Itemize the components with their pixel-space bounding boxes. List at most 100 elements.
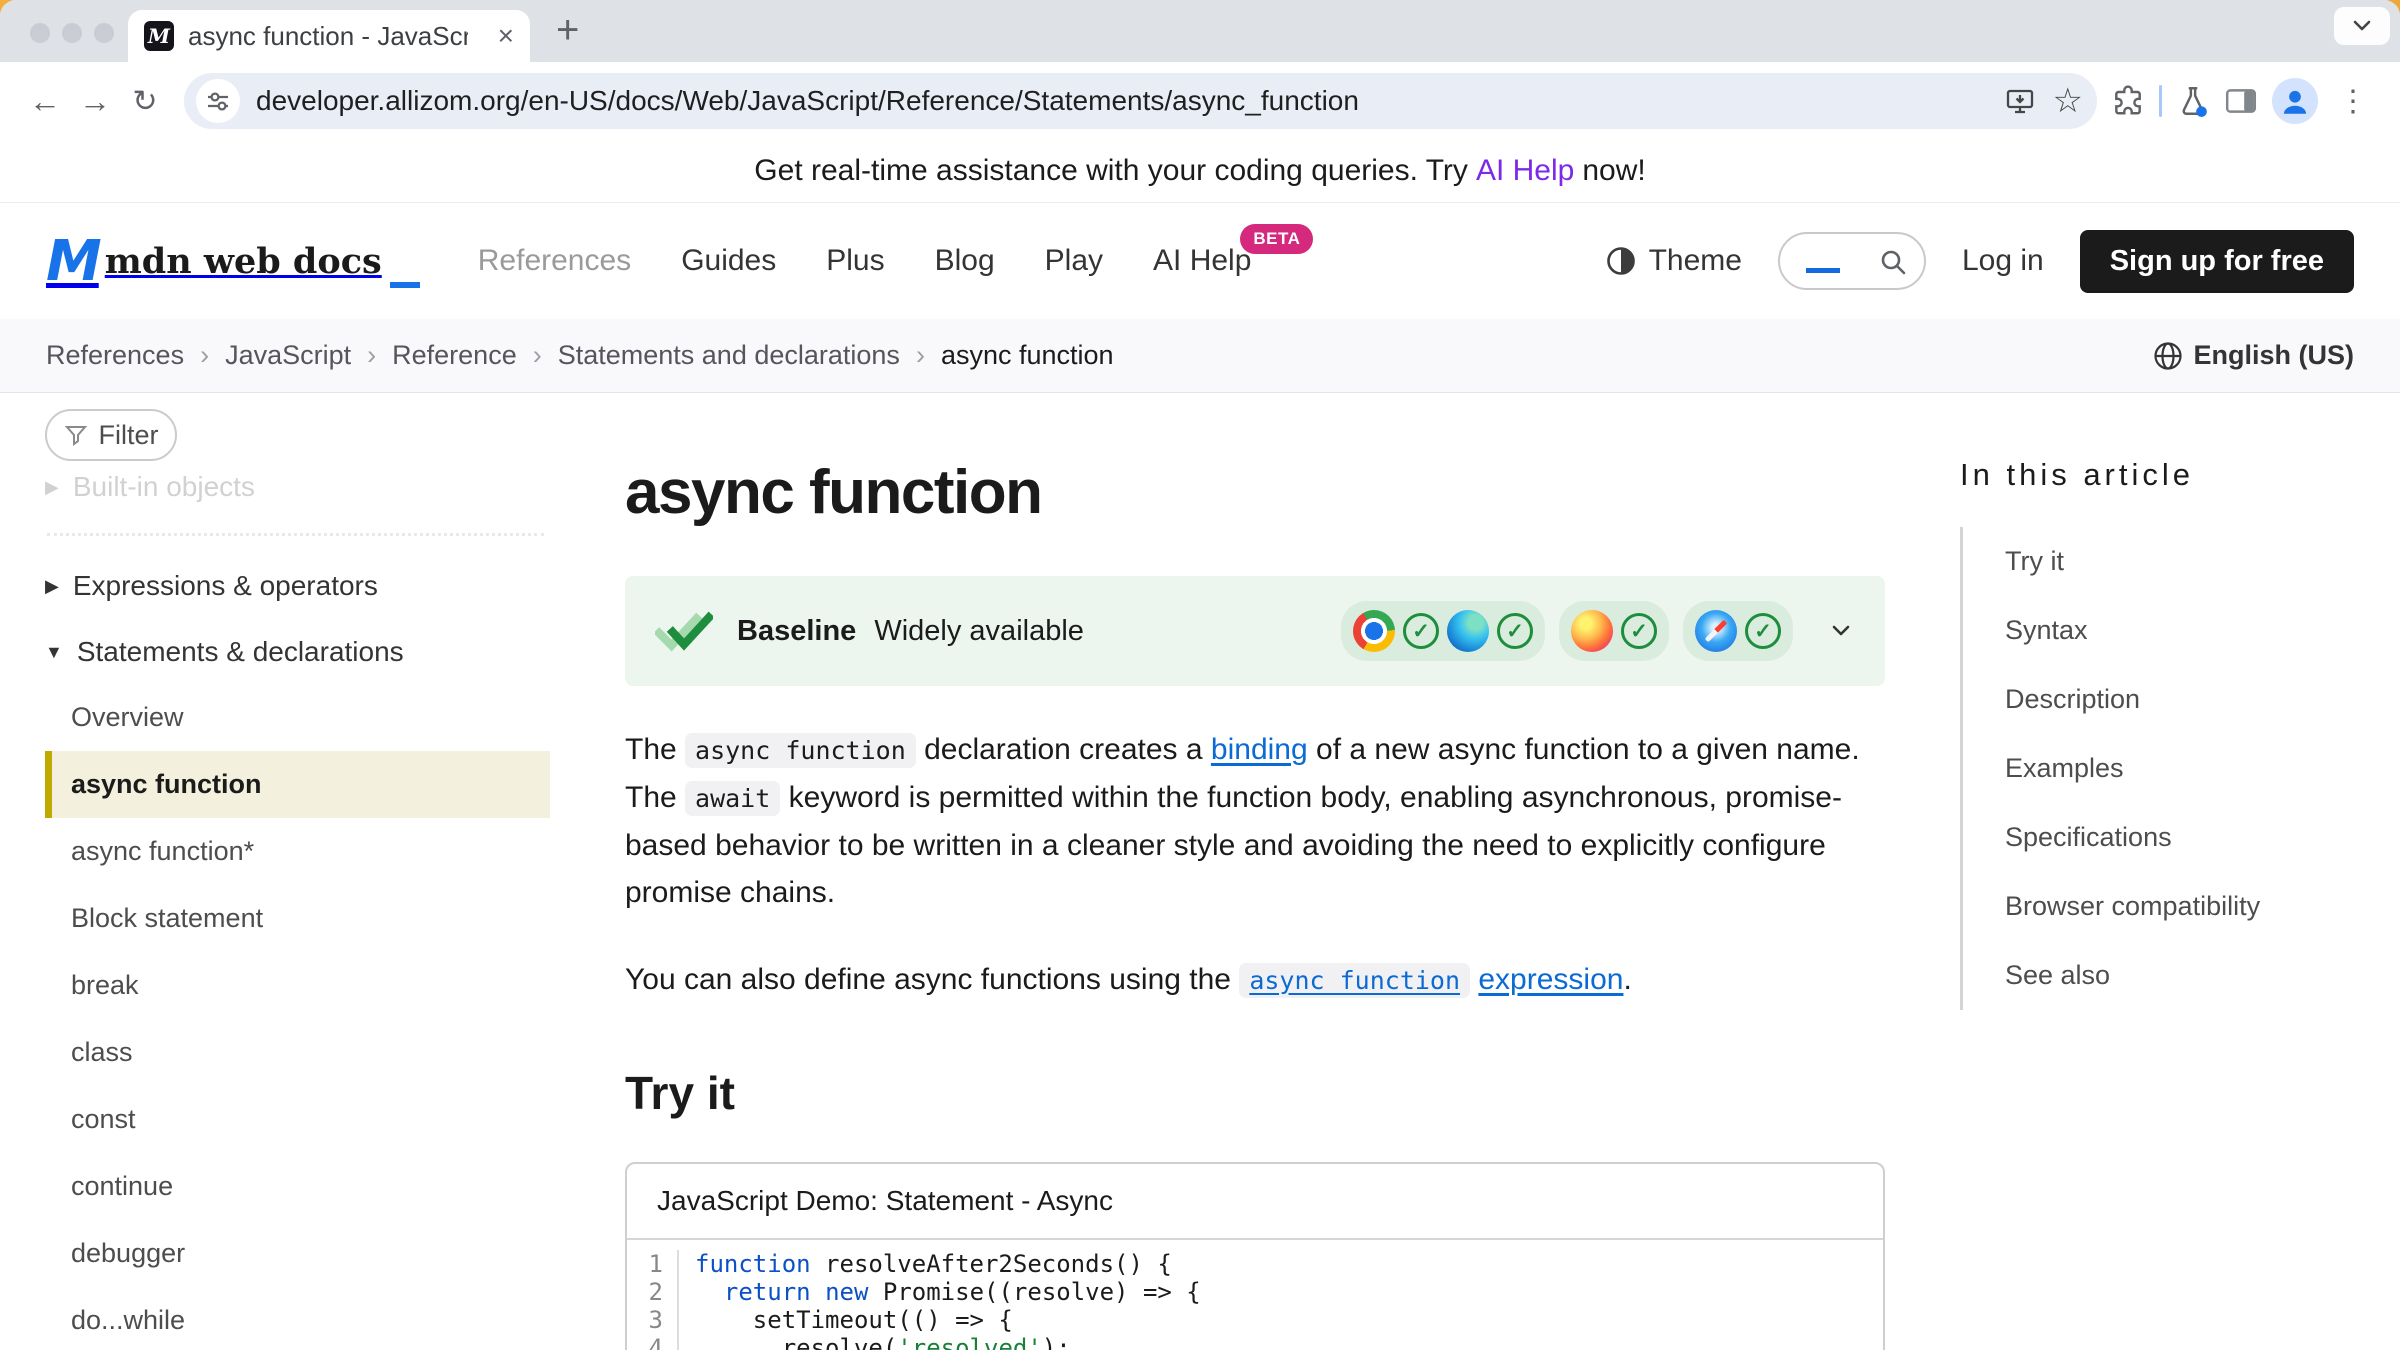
theme-label: Theme xyxy=(1649,244,1742,278)
profile-avatar[interactable] xyxy=(2272,78,2318,124)
breadcrumb-separator: › xyxy=(916,340,925,371)
toc-item-description[interactable]: Description xyxy=(2005,684,2140,714)
toc-item-specifications[interactable]: Specifications xyxy=(2005,822,2172,852)
toc-item-syntax[interactable]: Syntax xyxy=(2005,615,2088,645)
edge-icon xyxy=(1447,610,1489,652)
bookmark-star-icon[interactable] xyxy=(2053,84,2083,118)
site-header: M mdn web docs References Guides Plus Blog P… xyxy=(0,203,2400,319)
search-icon[interactable] xyxy=(1878,247,1910,279)
toc-row: Try it xyxy=(1963,527,2350,596)
sidebar-section-statements-declarations[interactable]: Statements & declarations xyxy=(45,636,550,668)
text: declaration creates a xyxy=(916,733,1211,766)
link-expression[interactable]: expression xyxy=(1478,963,1623,996)
ai-help-promo-link[interactable]: AI Help xyxy=(1476,154,1574,188)
minimize-window-button[interactable] xyxy=(62,23,82,43)
sidebar-item-async-function[interactable]: async function* xyxy=(45,818,550,885)
sidebar-item-continue[interactable]: continue xyxy=(45,1153,550,1220)
sidebar-item-const[interactable]: const xyxy=(45,1086,550,1153)
install-app-icon[interactable] xyxy=(2005,86,2035,116)
baseline-banner: Baseline Widely available xyxy=(625,576,1885,686)
code-link-async-function[interactable]: async function xyxy=(1239,963,1470,998)
sidebar-item-block-statement[interactable]: Block statement xyxy=(45,885,550,952)
sidebar-item-break[interactable]: break xyxy=(45,952,550,1019)
line-number: 4 xyxy=(627,1334,663,1350)
sidebar-filter-button[interactable]: Filter xyxy=(45,409,177,461)
tab-overflow-chevron-button[interactable] xyxy=(2334,7,2390,45)
tab-close-icon[interactable] xyxy=(498,22,514,50)
sidebar-item-async-function[interactable]: async function xyxy=(45,751,550,818)
back-button[interactable] xyxy=(20,76,70,126)
nav-item-plus[interactable]: Plus xyxy=(826,244,884,278)
code-editor[interactable]: 123456 function resolveAfter2Seconds() {… xyxy=(627,1240,1883,1350)
sidebar-item-class[interactable]: class xyxy=(45,1019,550,1086)
toc-row: Syntax xyxy=(1963,596,2350,665)
globe-icon xyxy=(2152,340,2184,372)
sidebar-item-do-while[interactable]: do...while xyxy=(45,1287,550,1350)
promo-banner: Get real-time assistance with your codin… xyxy=(0,140,2400,203)
interactive-demo: JavaScript Demo: Statement - Async 12345… xyxy=(625,1162,1885,1350)
reload-button[interactable] xyxy=(120,76,170,126)
nav-item-references[interactable]: References xyxy=(478,244,631,278)
tryit-heading: Try it xyxy=(625,1066,1885,1120)
sidebar-section-expressions-operators[interactable]: Expressions & operators xyxy=(45,570,550,602)
breadcrumb-separator: › xyxy=(367,340,376,371)
nav-item-label: Plus xyxy=(826,244,884,277)
filter-label: Filter xyxy=(99,420,159,451)
toc-item-see-also[interactable]: See also xyxy=(2005,960,2110,990)
theme-toggle[interactable]: Theme xyxy=(1605,244,1742,278)
language-selector[interactable]: English (US) xyxy=(2152,340,2355,372)
code-lines[interactable]: function resolveAfter2Seconds() { return… xyxy=(679,1250,1201,1350)
browser-toolbar: developer.allizom.org/en-US/docs/Web/Jav… xyxy=(0,62,2400,140)
sidebar-section-built-in-objects[interactable]: Built-in objects xyxy=(45,471,550,503)
maximize-window-button[interactable] xyxy=(94,23,114,43)
window-controls xyxy=(30,23,114,43)
breadcrumb-separator: › xyxy=(200,340,209,371)
toc-item-examples[interactable]: Examples xyxy=(2005,753,2124,783)
baseline-status: Widely available xyxy=(874,615,1084,647)
nav-item-ai-help[interactable]: AI HelpBETA xyxy=(1153,244,1251,278)
code-line: return new Promise((resolve) => { xyxy=(695,1278,1201,1306)
breadcrumb: References › JavaScript › Reference › Statemen… xyxy=(46,340,1114,371)
forward-button[interactable] xyxy=(70,76,120,126)
page-content: Filter Built-in objects Expressions & ope… xyxy=(0,393,2400,1350)
new-tab-button[interactable] xyxy=(556,8,579,53)
nav-item-blog[interactable]: Blog xyxy=(935,244,995,278)
code-line: function resolveAfter2Seconds() { xyxy=(695,1250,1201,1278)
breadcrumb-item-async-function[interactable]: async function xyxy=(941,340,1114,371)
sidebar-items: Overviewasync functionasync function*Blo… xyxy=(45,684,550,1350)
extensions-puzzle-icon[interactable] xyxy=(2111,84,2145,118)
experiments-flask-icon[interactable] xyxy=(2176,84,2210,118)
sidebar-item-overview[interactable]: Overview xyxy=(45,684,550,751)
nav-item-guides[interactable]: Guides xyxy=(681,244,776,278)
toc-item-try-it[interactable]: Try it xyxy=(2005,546,2064,576)
text: The xyxy=(625,733,685,766)
close-window-button[interactable] xyxy=(30,23,50,43)
text: You can also define async functions usin… xyxy=(625,963,1239,996)
address-bar[interactable]: developer.allizom.org/en-US/docs/Web/Jav… xyxy=(184,73,2097,129)
search-input[interactable] xyxy=(1778,232,1926,290)
side-panel-icon[interactable] xyxy=(2224,84,2258,118)
url-text[interactable]: developer.allizom.org/en-US/docs/Web/Jav… xyxy=(256,85,1359,117)
breadcrumb-item-statements-and-declarations[interactable]: Statements and declarations xyxy=(558,340,900,371)
browser-tab[interactable]: M async function - JavaScript | xyxy=(128,10,530,62)
firefox-support-pill xyxy=(1559,601,1669,661)
mdn-logo[interactable]: M mdn web docs xyxy=(46,229,420,294)
toc-item-browser-compatibility[interactable]: Browser compatibility xyxy=(2005,891,2260,921)
baseline-expand-button[interactable] xyxy=(1827,617,1855,645)
login-link[interactable]: Log in xyxy=(1962,244,2044,278)
nav-item-play[interactable]: Play xyxy=(1045,244,1103,278)
tab-strip: M async function - JavaScript | xyxy=(0,0,2400,62)
site-settings-icon[interactable] xyxy=(196,79,240,123)
toc-row: Examples xyxy=(1963,734,2350,803)
beta-badge: BETA xyxy=(1240,224,1313,254)
browser-menu-icon[interactable] xyxy=(2332,84,2374,119)
breadcrumb-item-javascript[interactable]: JavaScript xyxy=(225,340,351,371)
breadcrumb-item-reference[interactable]: Reference xyxy=(392,340,517,371)
baseline-logo-icon xyxy=(655,608,713,654)
toc-row: Browser compatibility xyxy=(1963,872,2350,941)
breadcrumb-item-references[interactable]: References xyxy=(46,340,184,371)
sidebar-item-debugger[interactable]: debugger xyxy=(45,1220,550,1287)
link-binding[interactable]: binding xyxy=(1211,733,1308,766)
signup-button[interactable]: Sign up for free xyxy=(2080,230,2354,293)
theme-half-circle-icon xyxy=(1605,245,1637,277)
